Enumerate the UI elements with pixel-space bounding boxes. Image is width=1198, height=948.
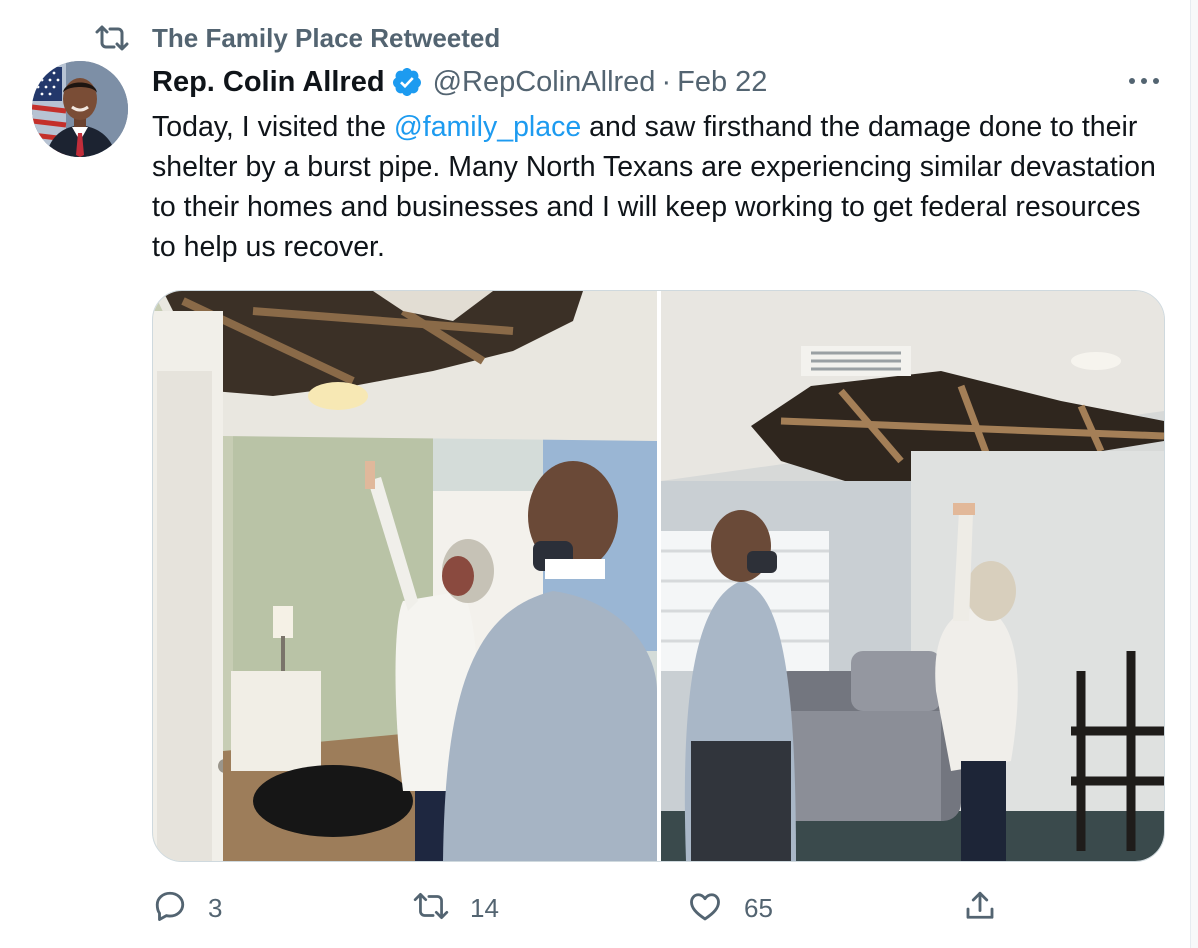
reply-button[interactable]: 3 bbox=[152, 880, 222, 936]
tweet-date[interactable]: Feb 22 bbox=[677, 66, 767, 99]
reply-icon bbox=[152, 888, 188, 929]
tweet-text-before: Today, I visited the bbox=[152, 111, 394, 143]
photo-1[interactable] bbox=[153, 291, 657, 861]
heart-icon bbox=[686, 888, 724, 929]
media-grid bbox=[152, 290, 1165, 862]
avatar[interactable] bbox=[32, 61, 128, 157]
retweet-icon bbox=[94, 22, 130, 54]
share-button[interactable] bbox=[962, 880, 998, 936]
scroll-gutter bbox=[1190, 0, 1198, 948]
mention-link[interactable]: @family_place bbox=[394, 111, 581, 143]
tweet-header: Rep. Colin Allred @RepColinAllred · Feb … bbox=[152, 62, 767, 102]
tweet[interactable]: The Family Place Retweeted Rep. Colin Al… bbox=[0, 0, 1198, 948]
author-name[interactable]: Rep. Colin Allred bbox=[152, 66, 385, 99]
retweet-count: 14 bbox=[470, 892, 499, 923]
like-button[interactable]: 65 bbox=[686, 880, 773, 936]
share-icon bbox=[962, 888, 998, 929]
retweet-icon bbox=[412, 890, 450, 927]
retweet-context-label: The Family Place Retweeted bbox=[152, 22, 501, 53]
author-handle[interactable]: @RepColinAllred bbox=[433, 66, 656, 99]
retweet-context[interactable]: The Family Place Retweeted bbox=[94, 22, 500, 54]
more-options-icon[interactable] bbox=[1124, 64, 1164, 98]
reply-count: 3 bbox=[208, 892, 223, 923]
retweet-button[interactable]: 14 bbox=[412, 880, 499, 936]
action-bar: 3 14 65 bbox=[0, 880, 1198, 936]
photo-2[interactable] bbox=[661, 291, 1164, 861]
like-count: 65 bbox=[744, 892, 773, 923]
verified-badge-icon bbox=[391, 66, 423, 98]
tweet-text: Today, I visited the @family_place and s… bbox=[152, 107, 1162, 267]
header-separator: · bbox=[661, 65, 672, 98]
